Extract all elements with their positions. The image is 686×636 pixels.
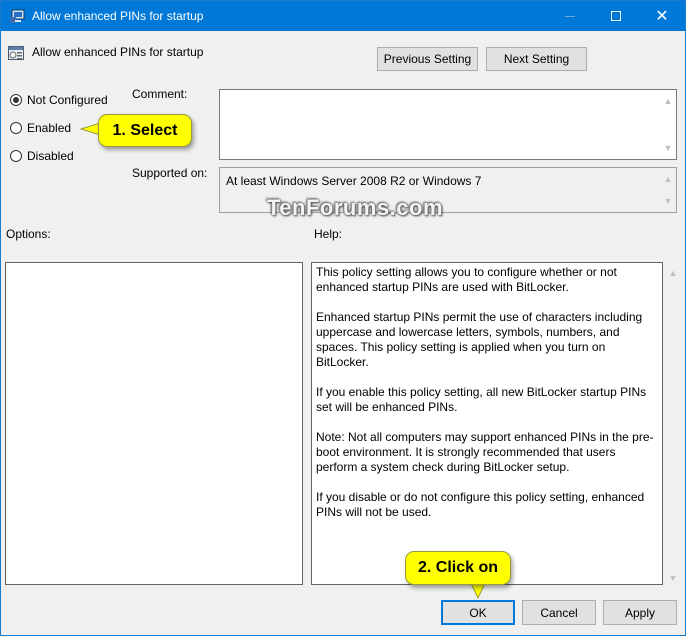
scroll-up-arrow-icon[interactable]: ▲ (663, 174, 673, 184)
close-icon: ✕ (655, 8, 669, 25)
ok-label: OK (469, 605, 487, 620)
help-paragraph: This policy setting allows you to config… (316, 265, 617, 294)
policy-dialog-window: Allow enhanced PINs for startup ✕ Allow … (0, 0, 686, 636)
options-panel (5, 262, 303, 585)
cancel-button[interactable]: Cancel (522, 600, 596, 625)
previous-setting-label: Previous Setting (383, 52, 472, 66)
maximize-icon (611, 11, 621, 21)
next-setting-button[interactable]: Next Setting (486, 47, 587, 71)
next-setting-label: Next Setting (503, 52, 570, 66)
minimize-button[interactable] (547, 1, 593, 31)
radio-label: Not Configured (27, 93, 108, 107)
help-label: Help: (314, 227, 343, 241)
comment-label: Comment: (132, 87, 188, 101)
radio-not-configured[interactable]: Not Configured (10, 93, 108, 107)
watermark: TenForums.com (267, 195, 444, 220)
help-paragraph: Note: Not all computers may support enha… (316, 430, 654, 474)
help-paragraph: If you enable this policy setting, all n… (316, 385, 647, 414)
callout-2-click-on: 2. Click on (405, 551, 511, 585)
scroll-up-arrow-icon[interactable]: ▲ (663, 96, 673, 106)
radio-button-checked[interactable] (10, 94, 22, 106)
supported-on-value: At least Windows Server 2008 R2 or Windo… (226, 174, 482, 188)
options-label: Options: (6, 227, 51, 241)
help-paragraph: Enhanced startup PINs permit the use of … (316, 310, 643, 369)
callout-2-text: 2. Click on (417, 559, 499, 576)
maximize-button[interactable] (593, 1, 639, 31)
radio-enabled[interactable]: Enabled (10, 121, 71, 135)
radio-button[interactable] (10, 122, 22, 134)
help-paragraph: If you disable or do not configure this … (316, 490, 645, 519)
radio-label: Enabled (27, 121, 72, 135)
apply-button[interactable]: Apply (603, 600, 677, 625)
ok-button[interactable]: OK (441, 600, 515, 625)
policy-name-heading: Allow enhanced PINs for startup (32, 45, 204, 59)
scroll-down-arrow-icon[interactable]: ▼ (663, 143, 673, 153)
callout-1-select: 1. Select (98, 114, 192, 147)
window-title: Allow enhanced PINs for startup (32, 9, 204, 23)
supported-on-label: Supported on: (132, 166, 208, 180)
title-bar[interactable]: Allow enhanced PINs for startup ✕ (1, 1, 685, 31)
help-scroll-down-icon[interactable]: ▼ (667, 573, 679, 583)
radio-button[interactable] (10, 150, 22, 162)
previous-setting-button[interactable]: Previous Setting (377, 47, 478, 71)
radio-label: Disabled (27, 149, 74, 163)
minimize-icon (565, 15, 575, 17)
scroll-down-arrow-icon[interactable]: ▼ (663, 196, 673, 206)
help-panel[interactable]: This policy setting allows you to config… (311, 262, 663, 585)
help-scroll-up-icon[interactable]: ▲ (667, 268, 679, 278)
comment-textarea[interactable]: ▲ ▼ (219, 89, 677, 160)
close-button[interactable]: ✕ (639, 1, 685, 31)
callout-1-text: 1. Select (112, 121, 178, 139)
radio-disabled[interactable]: Disabled (10, 149, 74, 163)
policy-editor-icon (10, 9, 25, 23)
apply-label: Apply (624, 605, 656, 620)
cancel-label: Cancel (540, 605, 578, 620)
policy-setting-icon (8, 46, 24, 60)
